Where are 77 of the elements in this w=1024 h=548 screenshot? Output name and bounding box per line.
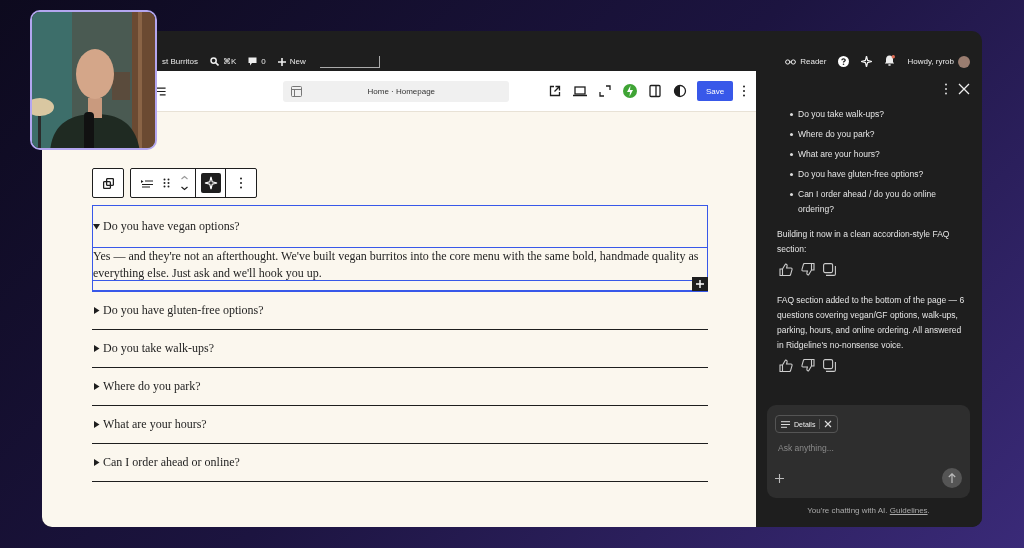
sparkle-icon[interactable]: [861, 56, 873, 67]
close-icon[interactable]: [824, 420, 833, 428]
ask-field[interactable]: Ask anything...: [775, 443, 925, 453]
new-link[interactable]: New: [289, 57, 306, 66]
sparkle-icon[interactable]: [200, 173, 221, 193]
list-item-text: Do you have gluten-free options?: [798, 168, 924, 181]
thumbs-up-icon[interactable]: [779, 263, 793, 276]
faq-question[interactable]: Where do you park?: [103, 379, 201, 394]
faq-item[interactable]: Where do you park?: [92, 368, 708, 406]
avatar[interactable]: [958, 55, 970, 68]
faq-question[interactable]: Do you have vegan options?: [103, 219, 240, 234]
guidelines-link[interactable]: Guidelines: [889, 506, 928, 515]
list-item-text: Where do you park?: [798, 128, 875, 141]
bullet-dot: [790, 133, 793, 136]
site-name[interactable]: st Burritos: [162, 57, 198, 66]
more-options-icon[interactable]: [944, 83, 948, 95]
help-icon[interactable]: [838, 56, 850, 67]
faq-question[interactable]: Do you take walk-ups?: [103, 341, 214, 356]
external-link-icon[interactable]: [547, 83, 563, 99]
breadcrumb-bar[interactable]: Home · Homepage: [282, 80, 509, 102]
list-item-text: Can I order ahead / do you do online ordering?: [798, 188, 937, 216]
plus-icon[interactable]: [775, 473, 784, 483]
sidebar-icon[interactable]: [647, 83, 663, 99]
more-options-icon[interactable]: [239, 177, 243, 189]
shortcut-label: ⌘K: [223, 57, 237, 66]
thumbs-up-icon[interactable]: [779, 359, 793, 372]
chat-message: FAQ section added to the bottom of the page — 6 questions covering vegan/GF options, walk-ups, parking, hours, and online ordering. All answered in Ridgeline's no-nonsense voice.: [777, 294, 966, 352]
layout-icon: [290, 85, 302, 97]
bullet-dot: [790, 173, 793, 176]
more-options-icon[interactable]: [742, 85, 746, 97]
caret-right-icon[interactable]: [93, 383, 100, 390]
comment-icon[interactable]: [248, 57, 258, 66]
faq-item[interactable]: Do you take walk-ups?: [92, 330, 708, 368]
fullscreen-icon[interactable]: [597, 83, 613, 99]
chat-message: Building it now in a clean accordion-style FAQ section:: [777, 228, 951, 256]
faq-question[interactable]: What are your hours?: [103, 417, 207, 432]
copy-icon[interactable]: [823, 359, 836, 372]
faq-question[interactable]: Do you have gluten-free options?: [103, 303, 264, 318]
arrow-up-icon: [948, 473, 956, 483]
caret-right-icon[interactable]: [93, 307, 100, 314]
faq-item[interactable]: What are your hours?: [92, 406, 708, 444]
thumbs-down-icon[interactable]: [801, 359, 815, 372]
caret-down-icon[interactable]: [93, 223, 100, 230]
breadcrumb-title: Home · Homepage: [366, 86, 437, 96]
thumbs-down-icon[interactable]: [801, 263, 815, 276]
caret-right-icon[interactable]: [93, 345, 100, 352]
text-field[interactable]: [319, 55, 380, 68]
chat-disclaimer: You're chatting with AI. Guidelines.: [806, 505, 931, 517]
copy-icon[interactable]: [823, 263, 836, 276]
details-icon: [781, 420, 790, 428]
caret-right-icon[interactable]: [93, 459, 100, 466]
list-view-icon[interactable]: [154, 86, 166, 96]
send-button[interactable]: [942, 468, 962, 488]
list-item-text: Do you take walk-ups?: [798, 108, 884, 121]
bullet-dot: [790, 153, 793, 156]
caret-right-icon[interactable]: [93, 421, 100, 428]
search-icon[interactable]: [210, 57, 219, 66]
lightning-icon[interactable]: [622, 83, 638, 99]
faq-item[interactable]: Can I order ahead or online?: [92, 444, 708, 482]
faq-item[interactable]: Do you have gluten-free options?: [92, 292, 708, 330]
laptop-icon[interactable]: [572, 83, 588, 99]
save-button[interactable]: Save: [697, 81, 733, 101]
selected-faq-block[interactable]: Do you have vegan options? Yes — and they're not an afterthought. We've built vegan burritos into the core menu with the same bold, handmade quality as everything else. Just ask and we'll hook you up.: [92, 205, 708, 292]
glasses-icon[interactable]: [785, 58, 797, 65]
contrast-icon[interactable]: [672, 83, 688, 99]
bell-icon[interactable]: [884, 55, 896, 66]
drag-handle-icon[interactable]: [163, 178, 170, 188]
bullet-dot: [790, 113, 793, 116]
list-item-text: What are your hours?: [798, 148, 880, 161]
greeting[interactable]: Howdy, ryrob: [907, 57, 954, 66]
bullet-dot: [790, 193, 793, 196]
details-icon[interactable]: [141, 178, 153, 188]
comment-count[interactable]: 0: [261, 57, 266, 66]
reader-link[interactable]: Reader: [800, 57, 827, 66]
close-icon[interactable]: [958, 83, 970, 95]
duplicate-icon[interactable]: [102, 177, 114, 189]
faq-question[interactable]: Can I order ahead or online?: [103, 455, 240, 470]
